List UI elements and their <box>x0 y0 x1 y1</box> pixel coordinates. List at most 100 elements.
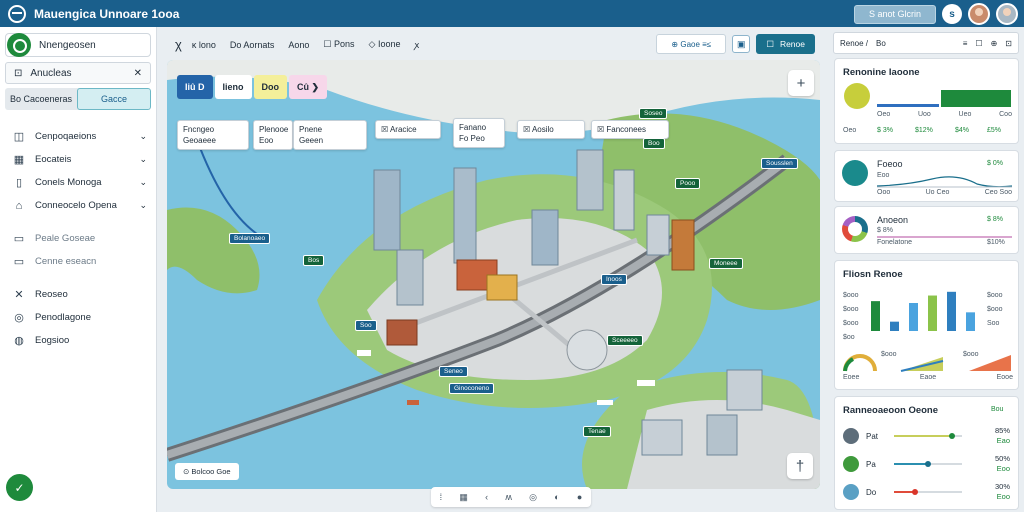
map-pin[interactable]: Moneee <box>709 258 743 269</box>
distribution-row[interactable]: Do 30% Eoo <box>843 481 1010 503</box>
revenue-card: Renonine Iaoone Oeo Uoo Ueo Coo Oeo $ 3%… <box>834 58 1019 144</box>
toolbar-item-3[interactable]: Aono <box>288 40 309 50</box>
panel-tab-2[interactable]: Bo <box>876 39 886 48</box>
map-pin[interactable]: Inoos <box>601 274 627 285</box>
bottom-tool-5[interactable]: ◎ <box>529 492 537 503</box>
row-label: Pa <box>866 459 876 469</box>
close-icon[interactable]: ✕ <box>134 68 142 79</box>
map-callout-7[interactable]: ☒ Fanconees <box>591 120 669 139</box>
top-action-button[interactable]: S anot Glcrin <box>853 4 936 24</box>
finance-bar[interactable] <box>966 312 975 331</box>
finance-bar[interactable] <box>890 321 899 331</box>
finance-bar[interactable] <box>909 303 918 331</box>
toolbar-item-6[interactable]: ꭗ <box>414 38 419 51</box>
filter-chip-2[interactable]: Iieno <box>214 75 252 99</box>
sidebar-item[interactable]: ▭ Peale Goseae <box>0 227 157 250</box>
filter-chip-3[interactable]: Doo <box>253 75 288 99</box>
sidebar-item-label: Eogsioo <box>35 335 70 346</box>
user-avatar[interactable] <box>968 3 990 25</box>
bottom-tool-4[interactable]: ʍ <box>505 492 512 502</box>
globe-icon[interactable]: ⊕ <box>991 39 998 48</box>
row-progress-handle[interactable] <box>925 461 932 467</box>
map-callout-5[interactable]: Fanano Fo Peo <box>453 118 505 148</box>
map-callout-1[interactable]: Fncngeo Geoaeee <box>177 120 249 150</box>
city-map[interactable]: Iiû D Iieno Doo Cû ❯ Fncngeo Geoaeee Ple… <box>167 60 820 489</box>
row-label: Do <box>866 487 877 497</box>
toggle-option-2[interactable]: Gacce <box>77 88 151 110</box>
file-icon: ▭ <box>13 256 25 268</box>
selector-icon: ⊡ <box>14 67 23 79</box>
sidebar-item[interactable]: ✕ Reoseo <box>0 283 157 306</box>
zoom-in-button[interactable]: + <box>788 70 814 96</box>
finance-tick: $ooo <box>843 292 859 299</box>
row-progress-handle[interactable] <box>911 489 918 495</box>
finance-title: Fliosn Renoe <box>843 269 903 280</box>
map-callout-6[interactable]: ☒ Aosilo <box>517 120 585 139</box>
second-avatar[interactable] <box>996 3 1018 25</box>
gauge-label: Eaoe <box>919 374 937 381</box>
chevron-down-icon[interactable]: ⌄ <box>139 131 147 142</box>
map-callout-4[interactable]: ☒ Aracice <box>375 120 441 139</box>
map-callout-3[interactable]: Pnene Geeen <box>293 120 367 150</box>
chevron-down-icon[interactable]: ⌄ <box>139 154 147 165</box>
flow-axis-label: Ceo Soo <box>984 189 1012 196</box>
finance-bar[interactable] <box>928 295 937 331</box>
toolbar-item-5[interactable]: ◇ Ioone <box>369 39 401 50</box>
map-pin[interactable]: Bolanoaeo <box>229 233 271 244</box>
bottom-tool-7[interactable]: ● <box>577 492 582 502</box>
bottom-tool-2[interactable]: ▦ <box>459 492 468 503</box>
revenue-value: $12% <box>915 127 933 134</box>
row-progress-handle[interactable] <box>949 433 956 439</box>
toolbar-item-1[interactable]: ĸ lono <box>192 40 216 50</box>
map-pin[interactable]: Sousslen <box>761 158 798 169</box>
help-button[interactable]: s <box>942 4 962 24</box>
locate-button[interactable]: † <box>787 453 813 479</box>
primary-action-button[interactable]: ☐ Renoe <box>756 34 815 54</box>
chevron-down-icon[interactable]: ⌄ <box>139 200 147 211</box>
window-icon[interactable]: ☐ <box>975 39 982 48</box>
map-pin[interactable]: Soseo <box>639 108 668 119</box>
project-selector[interactable]: ⊡ Anucleas ✕ <box>5 62 151 84</box>
map-pin[interactable]: Bos <box>303 255 325 266</box>
panel-tab-report[interactable]: Renoe / <box>840 39 868 48</box>
bottom-tool-1[interactable]: ⁞ <box>440 492 443 502</box>
row-icon <box>843 428 859 444</box>
briefcase-icon: ◫ <box>13 131 25 143</box>
map-search-button[interactable]: ⊕ Gaoe ≡≤ <box>656 34 727 54</box>
map-pin[interactable]: Tenae <box>583 426 611 437</box>
fab-check-button[interactable]: ✓ <box>6 474 33 501</box>
map-pin[interactable]: Boo <box>643 138 665 149</box>
finance-bar[interactable] <box>871 301 880 331</box>
sidebar-item[interactable]: ▭ Cenne eseacn <box>0 250 157 273</box>
sidebar-item[interactable]: ⌂ Conneocelo Opena ⌄ <box>0 194 157 217</box>
sidebar-item-label: Peale Goseae <box>35 233 96 244</box>
distribution-row[interactable]: Pa 50% Eoo <box>843 453 1010 475</box>
sidebar-item[interactable]: ▯ Conels Monoga ⌄ <box>0 171 157 194</box>
finance-bar[interactable] <box>947 291 956 331</box>
toolbar-item-4[interactable]: ☐ Pons <box>323 39 354 50</box>
profile-card[interactable]: Nnengeosen <box>5 33 151 57</box>
list-icon[interactable]: ≡ <box>963 39 968 48</box>
map-callout-2[interactable]: Plenooe Eoo <box>253 120 293 150</box>
map-pin[interactable]: Ginoconeno <box>449 383 495 394</box>
distribution-row[interactable]: Pat 85% Eao <box>843 425 1010 447</box>
bottom-tool-3[interactable]: ‹ <box>485 492 488 502</box>
map-pin[interactable]: Sceeeeo <box>607 335 643 346</box>
finance-right-ticks: $ooo $ooo Soo <box>987 289 1003 331</box>
bottom-tool-6[interactable]: ◐ <box>554 492 559 502</box>
sidebar-item[interactable]: ▦ Eocateis ⌄ <box>0 148 157 171</box>
map-pin[interactable]: Seneo <box>439 366 468 377</box>
sidebar-item[interactable]: ◫ Cenpoqaeions ⌄ <box>0 125 157 148</box>
chevron-down-icon[interactable]: ⌄ <box>139 177 147 188</box>
map-pin[interactable]: Soo <box>355 320 377 331</box>
sidebar-item[interactable]: ◎ Penodlagone <box>0 306 157 329</box>
map-pin[interactable]: Pooo <box>675 178 701 189</box>
filter-chip-1[interactable]: Iiû D <box>177 75 213 99</box>
filter-chip-4[interactable]: Cû ❯ <box>289 75 328 99</box>
toolbar-item-2[interactable]: Do Aornats <box>230 40 275 50</box>
box-icon[interactable]: ⊡ <box>1005 39 1012 48</box>
toggle-option-1[interactable]: Bo Cacoeneras <box>5 88 77 110</box>
gauge-2 <box>900 357 944 372</box>
sidebar-item[interactable]: ◍ Eogsioo <box>0 329 157 352</box>
layers-icon[interactable]: ▣ <box>732 35 751 53</box>
